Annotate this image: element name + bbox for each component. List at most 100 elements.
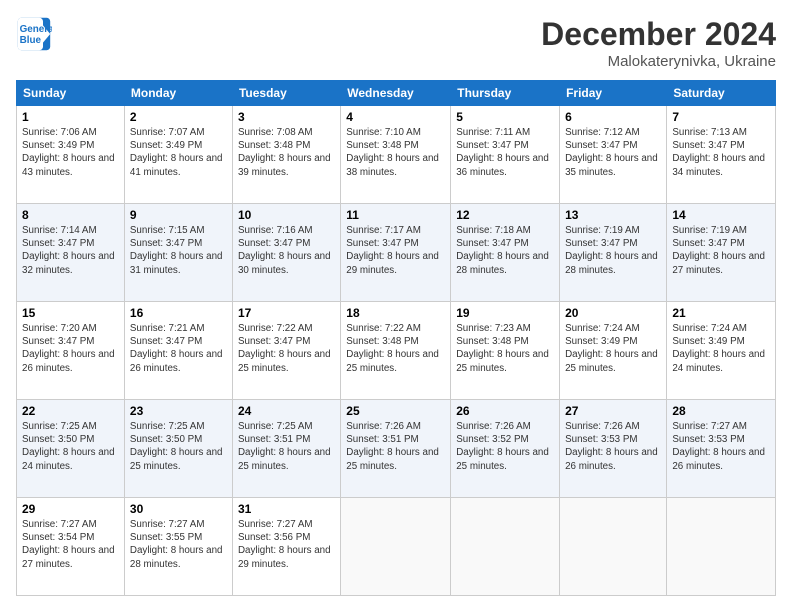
day-number: 16 <box>130 306 227 320</box>
calendar-cell: 24 Sunrise: 7:25 AMSunset: 3:51 PMDayligh… <box>232 400 340 498</box>
calendar-cell: 2Sunrise: 7:07 AMSunset: 3:49 PMDaylight… <box>124 106 232 204</box>
month-title: December 2024 <box>541 16 776 53</box>
calendar-cell: 29 Sunrise: 7:27 AMSunset: 3:54 PMDayligh… <box>17 498 125 596</box>
calendar-cell <box>341 498 451 596</box>
day-info: Sunrise: 7:07 AMSunset: 3:49 PMDaylight:… <box>130 127 223 178</box>
calendar-cell: 26 Sunrise: 7:26 AMSunset: 3:52 PMDayligh… <box>451 400 560 498</box>
day-number: 22 <box>22 404 119 418</box>
calendar-cell: 31Sunrise: 7:27 AMSunset: 3:56 PMDayligh… <box>232 498 340 596</box>
header: General Blue December 2024 Malokateryniv… <box>16 16 776 70</box>
day-number: 23 <box>130 404 227 418</box>
day-number: 5 <box>456 110 554 124</box>
calendar-cell: 1 Sunrise: 7:06 AMSunset: 3:49 PMDaylight… <box>17 106 125 204</box>
calendar-cell: 20Sunrise: 7:24 AMSunset: 3:49 PMDayligh… <box>560 302 667 400</box>
calendar-week-row: 22 Sunrise: 7:25 AMSunset: 3:50 PMDayligh… <box>17 400 776 498</box>
calendar-cell: 15Sunrise: 7:20 AMSunset: 3:47 PMDayligh… <box>17 302 125 400</box>
day-info: Sunrise: 7:08 AMSunset: 3:48 PMDaylight:… <box>238 127 331 178</box>
calendar-cell: 25 Sunrise: 7:26 AMSunset: 3:51 PMDayligh… <box>341 400 451 498</box>
day-number: 20 <box>565 306 661 320</box>
day-info: Sunrise: 7:24 AMSunset: 3:49 PMDaylight:… <box>672 323 765 374</box>
col-sunday: Sunday <box>17 81 125 106</box>
calendar-cell: 19Sunrise: 7:23 AMSunset: 3:48 PMDayligh… <box>451 302 560 400</box>
calendar-week-row: 29 Sunrise: 7:27 AMSunset: 3:54 PMDayligh… <box>17 498 776 596</box>
day-number: 9 <box>130 208 227 222</box>
day-info: Sunrise: 7:27 AMSunset: 3:55 PMDaylight:… <box>130 519 223 570</box>
col-wednesday: Wednesday <box>341 81 451 106</box>
calendar-cell <box>560 498 667 596</box>
day-info: Sunrise: 7:27 AMSunset: 3:56 PMDaylight:… <box>238 519 331 570</box>
calendar-cell: 8 Sunrise: 7:14 AMSunset: 3:47 PMDaylight… <box>17 204 125 302</box>
day-info: Sunrise: 7:26 AMSunset: 3:51 PMDaylight:… <box>346 421 439 472</box>
calendar-header-row: Sunday Monday Tuesday Wednesday Thursday… <box>17 81 776 106</box>
day-number: 10 <box>238 208 335 222</box>
day-number: 27 <box>565 404 661 418</box>
day-info: Sunrise: 7:15 AMSunset: 3:47 PMDaylight:… <box>130 225 223 276</box>
day-number: 24 <box>238 404 335 418</box>
day-number: 12 <box>456 208 554 222</box>
day-info: Sunrise: 7:25 AMSunset: 3:51 PMDaylight:… <box>238 421 331 472</box>
day-number: 6 <box>565 110 661 124</box>
col-tuesday: Tuesday <box>232 81 340 106</box>
day-info: Sunrise: 7:25 AMSunset: 3:50 PMDaylight:… <box>130 421 223 472</box>
day-number: 8 <box>22 208 119 222</box>
col-friday: Friday <box>560 81 667 106</box>
title-block: December 2024 Malokaterynivka, Ukraine <box>541 16 776 70</box>
location: Malokaterynivka, Ukraine <box>541 53 776 70</box>
day-number: 29 <box>22 502 119 516</box>
day-number: 28 <box>672 404 770 418</box>
day-info: Sunrise: 7:26 AMSunset: 3:53 PMDaylight:… <box>565 421 658 472</box>
day-info: Sunrise: 7:16 AMSunset: 3:47 PMDaylight:… <box>238 225 331 276</box>
calendar-cell: 3Sunrise: 7:08 AMSunset: 3:48 PMDaylight… <box>232 106 340 204</box>
day-number: 1 <box>22 110 119 124</box>
day-info: Sunrise: 7:22 AMSunset: 3:48 PMDaylight:… <box>346 323 439 374</box>
calendar-cell: 27 Sunrise: 7:26 AMSunset: 3:53 PMDayligh… <box>560 400 667 498</box>
calendar-cell: 14Sunrise: 7:19 AMSunset: 3:47 PMDayligh… <box>667 204 776 302</box>
calendar-cell: 11 Sunrise: 7:17 AMSunset: 3:47 PMDayligh… <box>341 204 451 302</box>
calendar-cell <box>451 498 560 596</box>
logo-icon: General Blue <box>16 16 52 52</box>
day-info: Sunrise: 7:12 AMSunset: 3:47 PMDaylight:… <box>565 127 658 178</box>
day-number: 21 <box>672 306 770 320</box>
day-number: 18 <box>346 306 445 320</box>
day-info: Sunrise: 7:18 AMSunset: 3:47 PMDaylight:… <box>456 225 549 276</box>
day-info: Sunrise: 7:19 AMSunset: 3:47 PMDaylight:… <box>565 225 658 276</box>
calendar-table: Sunday Monday Tuesday Wednesday Thursday… <box>16 80 776 596</box>
calendar-cell: 21 Sunrise: 7:24 AMSunset: 3:49 PMDayligh… <box>667 302 776 400</box>
calendar-cell: 7Sunrise: 7:13 AMSunset: 3:47 PMDaylight… <box>667 106 776 204</box>
day-info: Sunrise: 7:17 AMSunset: 3:47 PMDaylight:… <box>346 225 439 276</box>
day-number: 25 <box>346 404 445 418</box>
calendar-cell: 18 Sunrise: 7:22 AMSunset: 3:48 PMDayligh… <box>341 302 451 400</box>
day-info: Sunrise: 7:22 AMSunset: 3:47 PMDaylight:… <box>238 323 331 374</box>
day-info: Sunrise: 7:26 AMSunset: 3:52 PMDaylight:… <box>456 421 549 472</box>
day-info: Sunrise: 7:21 AMSunset: 3:47 PMDaylight:… <box>130 323 223 374</box>
day-number: 4 <box>346 110 445 124</box>
day-number: 11 <box>346 208 445 222</box>
calendar-week-row: 15Sunrise: 7:20 AMSunset: 3:47 PMDayligh… <box>17 302 776 400</box>
svg-text:Blue: Blue <box>20 35 42 46</box>
day-info: Sunrise: 7:14 AMSunset: 3:47 PMDaylight:… <box>22 225 115 276</box>
day-number: 14 <box>672 208 770 222</box>
calendar-cell: 17Sunrise: 7:22 AMSunset: 3:47 PMDayligh… <box>232 302 340 400</box>
calendar-cell: 23 Sunrise: 7:25 AMSunset: 3:50 PMDayligh… <box>124 400 232 498</box>
day-number: 7 <box>672 110 770 124</box>
calendar-cell: 9 Sunrise: 7:15 AMSunset: 3:47 PMDaylight… <box>124 204 232 302</box>
day-info: Sunrise: 7:23 AMSunset: 3:48 PMDaylight:… <box>456 323 549 374</box>
day-info: Sunrise: 7:20 AMSunset: 3:47 PMDaylight:… <box>22 323 115 374</box>
day-info: Sunrise: 7:25 AMSunset: 3:50 PMDaylight:… <box>22 421 115 472</box>
svg-text:General: General <box>20 24 52 35</box>
logo: General Blue <box>16 16 56 52</box>
calendar-cell: 10 Sunrise: 7:16 AMSunset: 3:47 PMDayligh… <box>232 204 340 302</box>
calendar-cell <box>667 498 776 596</box>
col-thursday: Thursday <box>451 81 560 106</box>
day-info: Sunrise: 7:11 AMSunset: 3:47 PMDaylight:… <box>456 127 549 178</box>
day-number: 26 <box>456 404 554 418</box>
calendar-week-row: 8 Sunrise: 7:14 AMSunset: 3:47 PMDaylight… <box>17 204 776 302</box>
day-info: Sunrise: 7:06 AMSunset: 3:49 PMDaylight:… <box>22 127 115 178</box>
calendar-cell: 4Sunrise: 7:10 AMSunset: 3:48 PMDaylight… <box>341 106 451 204</box>
calendar-cell: 28Sunrise: 7:27 AMSunset: 3:53 PMDayligh… <box>667 400 776 498</box>
day-number: 13 <box>565 208 661 222</box>
day-info: Sunrise: 7:27 AMSunset: 3:54 PMDaylight:… <box>22 519 115 570</box>
calendar-cell: 13 Sunrise: 7:19 AMSunset: 3:47 PMDayligh… <box>560 204 667 302</box>
calendar-cell: 6 Sunrise: 7:12 AMSunset: 3:47 PMDaylight… <box>560 106 667 204</box>
col-monday: Monday <box>124 81 232 106</box>
